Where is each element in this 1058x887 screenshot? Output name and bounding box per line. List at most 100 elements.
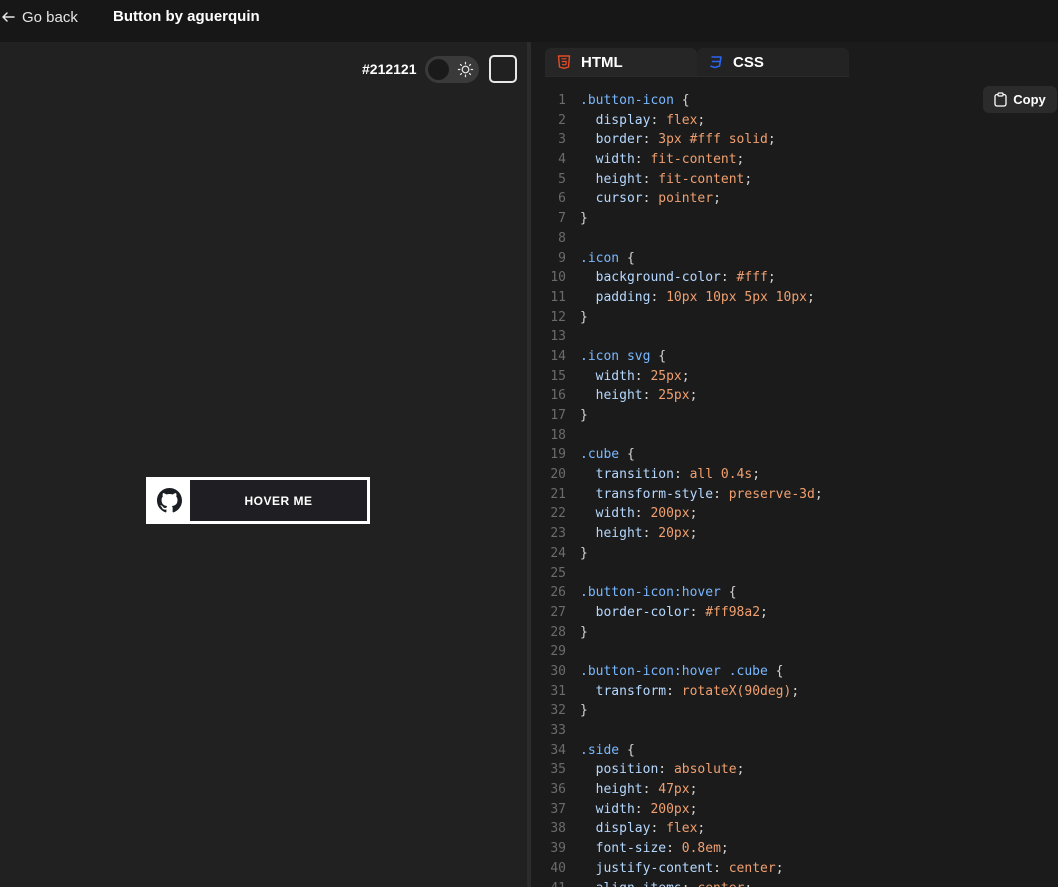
github-icon-box <box>149 480 190 521</box>
code-line: 1 .button-icon { <box>531 91 1051 111</box>
line-number: 25 <box>550 565 566 581</box>
code-line: 13 <box>531 327 1051 347</box>
tab-css[interactable]: CSS <box>697 48 849 76</box>
code-line: 15 width: 25px; <box>531 367 1051 387</box>
background-color-hex[interactable]: #212121 <box>362 61 417 77</box>
code-text: .side { <box>580 742 635 758</box>
line-number: 35 <box>550 762 566 778</box>
line-number: 24 <box>550 545 566 561</box>
line-number: 28 <box>550 624 566 640</box>
line-number: 4 <box>558 152 566 168</box>
toggle-knob <box>428 59 449 80</box>
code-line: 33 <box>531 721 1051 741</box>
code-text: transition: all 0.4s; <box>595 467 761 483</box>
code-text: height: 47px; <box>595 782 698 798</box>
code-text: } <box>580 545 588 561</box>
code-line: 24} <box>531 544 1051 564</box>
code-text: height: 25px; <box>595 388 698 404</box>
code-line: 34 .side { <box>531 741 1051 761</box>
code-line: 31 transform: rotateX(90deg); <box>531 682 1051 702</box>
line-number: 38 <box>550 821 566 837</box>
code-panel: HTML CSS Copy 1 .button-icon {2 display: … <box>531 42 1058 887</box>
line-number: 27 <box>550 604 566 620</box>
code-line: 2 display: flex; <box>531 111 1051 131</box>
code-text: .icon svg { <box>580 348 667 364</box>
code-line: 6 cursor: pointer; <box>531 189 1051 209</box>
code-text: transform-style: preserve-3d; <box>595 486 823 502</box>
code-text: .icon { <box>580 250 635 266</box>
line-number: 30 <box>550 663 566 679</box>
line-number: 12 <box>550 309 566 325</box>
line-number: 20 <box>550 467 566 483</box>
line-number: 6 <box>558 191 566 207</box>
code-line: 29 <box>531 642 1051 662</box>
line-number: 16 <box>550 388 566 404</box>
line-number: 39 <box>550 841 566 857</box>
arrow-left-icon <box>2 12 15 22</box>
code-line: 7} <box>531 209 1051 229</box>
code-line: 32} <box>531 701 1051 721</box>
tab-underline <box>545 76 849 77</box>
code-line: 4 width: fit-content; <box>531 150 1051 170</box>
line-number: 33 <box>550 723 566 738</box>
line-number: 13 <box>550 329 566 345</box>
go-back-label: Go back <box>22 8 78 26</box>
tab-html-label: HTML <box>581 53 623 71</box>
line-number: 29 <box>550 644 566 660</box>
code-text: display: flex; <box>595 112 706 128</box>
code-line: 14 .icon svg { <box>531 347 1051 367</box>
code-line: 18 <box>531 426 1051 446</box>
line-number: 34 <box>550 742 566 758</box>
code-tabs: HTML CSS <box>545 48 849 76</box>
code-text: background-color: #fff; <box>595 270 776 286</box>
line-number: 31 <box>550 683 566 699</box>
top-bar: Go back Button by aguerquin <box>0 0 1058 42</box>
line-number: 36 <box>550 782 566 798</box>
code-text: padding: 10px 10px 5px 10px; <box>595 289 815 305</box>
code-line: 37 width: 200px; <box>531 800 1051 820</box>
code-line: 9 .icon { <box>531 249 1051 269</box>
toggle-checkbox[interactable] <box>489 55 517 83</box>
code-line: 12} <box>531 308 1051 328</box>
code-text: } <box>580 703 588 719</box>
code-text: .button-icon { <box>580 93 690 108</box>
hover-me-demo-button[interactable]: HOVER ME <box>146 477 370 524</box>
line-number: 23 <box>550 526 566 542</box>
code-line: 16 height: 25px; <box>531 386 1051 406</box>
line-number: 11 <box>550 289 566 305</box>
code-text: .button-icon:hover .cube { <box>580 663 784 679</box>
line-number: 21 <box>550 486 566 502</box>
line-number: 7 <box>558 211 566 227</box>
preview-panel: #212121 HOVER ME <box>0 42 527 887</box>
code-text: width: 200px; <box>595 506 698 522</box>
code-editor[interactable]: 1 .button-icon {2 display: flex; 3 border:… <box>531 91 1051 887</box>
code-text: width: fit-content; <box>595 152 745 168</box>
code-line: 23 height: 20px; <box>531 524 1051 544</box>
code-text: .button-icon:hover { <box>580 585 737 601</box>
line-number: 9 <box>558 250 566 266</box>
line-number: 15 <box>550 368 566 384</box>
line-number: 14 <box>550 348 566 364</box>
code-text: } <box>580 211 588 227</box>
tab-html[interactable]: HTML <box>545 48 697 76</box>
sun-icon <box>457 61 474 78</box>
line-number: 40 <box>550 860 566 876</box>
code-text: transform: rotateX(90deg); <box>595 683 800 699</box>
code-line: 38 display: flex; <box>531 819 1051 839</box>
code-line: 41 align-items: center; <box>531 879 1051 887</box>
code-line: 35 position: absolute; <box>531 760 1051 780</box>
theme-toggle[interactable] <box>425 56 479 83</box>
code-text: position: absolute; <box>595 762 745 778</box>
go-back-link[interactable]: Go back <box>0 8 78 26</box>
line-number: 19 <box>550 447 566 463</box>
line-number: 32 <box>550 703 566 719</box>
code-line: 30 .button-icon:hover .cube { <box>531 662 1051 682</box>
line-number: 26 <box>550 585 566 601</box>
line-number: 41 <box>531 879 566 887</box>
line-number: 17 <box>550 408 566 423</box>
